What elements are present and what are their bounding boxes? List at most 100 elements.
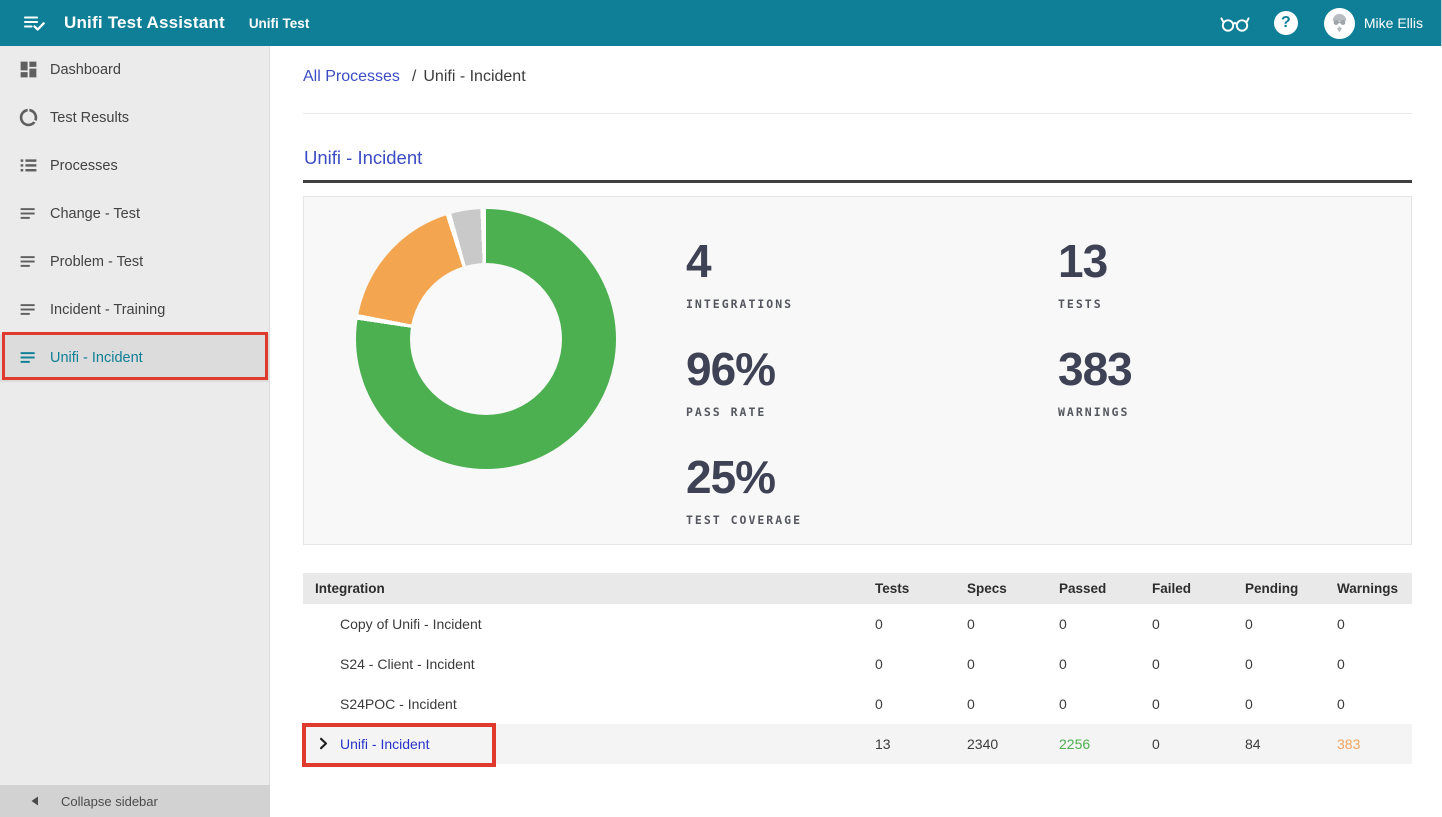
stat-warnings: 383 WARNINGS xyxy=(1058,345,1132,419)
page-title: Unifi - Incident xyxy=(304,147,422,169)
cell-tests: 0 xyxy=(875,616,967,632)
lines-icon xyxy=(18,203,40,225)
donut-chart xyxy=(356,209,616,469)
integration-link[interactable]: Unifi - Incident xyxy=(340,736,429,752)
table-row[interactable]: Copy of Unifi - Incident 0 0 0 0 0 0 xyxy=(303,604,1412,644)
breadcrumb-divider xyxy=(303,113,1412,114)
sidebar-item-label: Change - Test xyxy=(50,206,140,222)
cell-failed: 0 xyxy=(1152,696,1245,712)
table-row-unifi-incident[interactable]: Unifi - Incident 13 2340 2256 0 84 383 xyxy=(303,724,1412,764)
integration-name: S24POC - Incident xyxy=(303,696,875,712)
breadcrumb-link-all-processes[interactable]: All Processes xyxy=(303,68,400,85)
cell-tests: 13 xyxy=(875,736,967,752)
stat-label: PASS RATE xyxy=(686,405,775,419)
column-header-failed: Failed xyxy=(1152,581,1245,596)
stat-value: 13 xyxy=(1058,237,1107,285)
sidebar-item-test-results[interactable]: Test Results xyxy=(0,94,269,142)
sidebar-item-label: Processes xyxy=(50,158,118,174)
stat-pass-rate: 96% PASS RATE xyxy=(686,345,775,419)
collapse-sidebar-label: Collapse sidebar xyxy=(61,794,158,809)
table-header-row: Integration Tests Specs Passed Failed Pe… xyxy=(303,573,1412,604)
help-icon[interactable]: ? xyxy=(1274,11,1298,35)
stat-integrations: 4 INTEGRATIONS xyxy=(686,237,793,311)
sidebar-item-change-test[interactable]: Change - Test xyxy=(0,190,269,238)
app-title: Unifi Test Assistant xyxy=(64,13,225,33)
column-header-passed: Passed xyxy=(1059,581,1152,596)
breadcrumb: All Processes / Unifi - Incident xyxy=(303,68,526,86)
breadcrumb-current: Unifi - Incident xyxy=(423,68,525,85)
stat-value: 96% xyxy=(686,345,775,393)
integrations-table: Integration Tests Specs Passed Failed Pe… xyxy=(303,573,1412,764)
table-row[interactable]: S24POC - Incident 0 0 0 0 0 0 xyxy=(303,684,1412,724)
top-bar: Unifi Test Assistant Unifi Test ? xyxy=(0,0,1441,46)
sidebar-item-label: Incident - Training xyxy=(50,302,165,318)
stat-value: 383 xyxy=(1058,345,1132,393)
cell-specs: 0 xyxy=(967,696,1059,712)
cell-pending: 0 xyxy=(1245,656,1337,672)
cell-pending: 84 xyxy=(1245,736,1337,752)
sidebar: Dashboard Test Results Processes xyxy=(0,46,270,817)
cell-warnings: 0 xyxy=(1337,656,1412,672)
cell-pending: 0 xyxy=(1245,616,1337,632)
cell-pending: 0 xyxy=(1245,696,1337,712)
column-header-integration: Integration xyxy=(303,581,875,596)
cell-failed: 0 xyxy=(1152,616,1245,632)
collapse-sidebar-button[interactable]: Collapse sidebar xyxy=(0,785,270,817)
topbar-right: ? Mike Ellis xyxy=(1218,8,1441,39)
stat-label: TESTS xyxy=(1058,297,1107,311)
table-row[interactable]: S24 - Client - Incident 0 0 0 0 0 0 xyxy=(303,644,1412,684)
glasses-icon[interactable] xyxy=(1218,11,1252,35)
stat-label: TEST COVERAGE xyxy=(686,513,802,527)
user-name[interactable]: Mike Ellis xyxy=(1364,15,1423,31)
lines-icon xyxy=(18,251,40,273)
cell-specs: 0 xyxy=(967,656,1059,672)
breadcrumb-separator: / xyxy=(412,68,416,85)
cell-passed: 0 xyxy=(1059,656,1152,672)
user-avatar[interactable] xyxy=(1324,8,1355,39)
donut-icon xyxy=(18,107,40,129)
summary-card: 4 INTEGRATIONS 96% PASS RATE 25% TEST CO… xyxy=(303,196,1412,545)
cell-warnings: 0 xyxy=(1337,616,1412,632)
app-subtitle: Unifi Test xyxy=(249,16,310,31)
column-header-pending: Pending xyxy=(1245,581,1337,596)
app-window: Unifi Test Assistant Unifi Test ? xyxy=(0,0,1442,817)
integration-name: Copy of Unifi - Incident xyxy=(303,616,875,632)
stat-value: 25% xyxy=(686,453,802,501)
sidebar-item-incident-training[interactable]: Incident - Training xyxy=(0,286,269,334)
stat-tests: 13 TESTS xyxy=(1058,237,1107,311)
integration-name: S24 - Client - Incident xyxy=(303,656,875,672)
lines-icon xyxy=(18,299,40,321)
dashboard-icon xyxy=(18,59,40,81)
stat-label: WARNINGS xyxy=(1058,405,1132,419)
sidebar-item-processes[interactable]: Processes xyxy=(0,142,269,190)
column-header-specs: Specs xyxy=(967,581,1059,596)
sidebar-item-label: Test Results xyxy=(50,110,129,126)
cell-passed: 2256 xyxy=(1059,736,1152,752)
cell-passed: 0 xyxy=(1059,696,1152,712)
playlist-check-menu-icon[interactable] xyxy=(20,9,48,37)
lines-icon xyxy=(18,347,40,369)
stat-test-coverage: 25% TEST COVERAGE xyxy=(686,453,802,527)
sidebar-item-dashboard[interactable]: Dashboard xyxy=(0,46,269,94)
sidebar-item-problem-test[interactable]: Problem - Test xyxy=(0,238,269,286)
cell-specs: 0 xyxy=(967,616,1059,632)
cell-passed: 0 xyxy=(1059,616,1152,632)
collapse-arrow-icon xyxy=(30,796,39,806)
cell-failed: 0 xyxy=(1152,736,1245,752)
main-content: All Processes / Unifi - Incident Unifi - I… xyxy=(270,46,1442,817)
sidebar-item-label: Dashboard xyxy=(50,62,121,78)
cell-warnings: 0 xyxy=(1337,696,1412,712)
sidebar-item-label: Problem - Test xyxy=(50,254,143,270)
cell-warnings: 383 xyxy=(1337,736,1412,752)
column-header-warnings: Warnings xyxy=(1337,581,1412,596)
sidebar-item-label: Unifi - Incident xyxy=(50,350,143,366)
integration-name-cell: Unifi - Incident xyxy=(303,736,875,752)
stat-value: 4 xyxy=(686,237,793,285)
cell-tests: 0 xyxy=(875,656,967,672)
sidebar-item-unifi-incident[interactable]: Unifi - Incident xyxy=(0,334,269,382)
topbar-left: Unifi Test Assistant Unifi Test xyxy=(0,9,1218,37)
title-underline xyxy=(303,180,1412,183)
expand-chevron-icon[interactable] xyxy=(316,736,332,752)
cell-failed: 0 xyxy=(1152,656,1245,672)
cell-specs: 2340 xyxy=(967,736,1059,752)
